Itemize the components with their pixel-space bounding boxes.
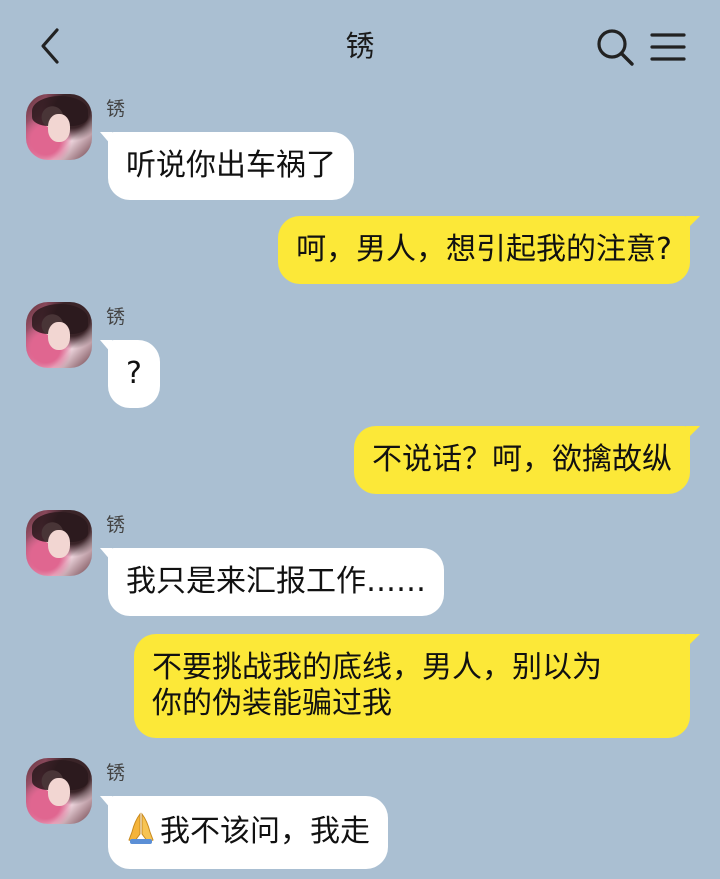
message-text: ? (126, 356, 142, 391)
sender-name: 锈 (106, 306, 126, 328)
message-text: 我不该问，我走 (160, 814, 370, 849)
sender-name: 锈 (106, 762, 126, 784)
message-text: 我只是来汇报工作…… (126, 564, 426, 599)
contact-avatar[interactable] (26, 302, 92, 368)
menu-icon (650, 33, 686, 61)
outgoing-message-bubble[interactable]: 不要挑战我的底线，男人，别以为 你的伪装能骗过我 (134, 634, 700, 738)
contact-avatar[interactable] (26, 510, 92, 576)
search-button[interactable] (594, 26, 636, 68)
incoming-message-bubble[interactable]: 我不该问，我走 (100, 796, 388, 869)
incoming-message-bubble[interactable]: ? (100, 340, 160, 408)
message-text: 呵，男人，想引起我的注意? (296, 232, 672, 267)
contact-avatar[interactable] (26, 94, 92, 160)
sender-name: 锈 (106, 98, 126, 120)
incoming-message-bubble[interactable]: 我只是来汇报工作…… (100, 548, 444, 616)
message-text: 不说话？呵，欲擒故纵 (372, 442, 672, 477)
folded-hands-icon (126, 812, 156, 853)
message-text: 听说你出车祸了 (126, 148, 336, 183)
message-text-line-2: 你的伪装能骗过我 (152, 686, 392, 721)
message-text-line-1: 不要挑战我的底线，男人，别以为 (152, 650, 602, 685)
outgoing-message-bubble[interactable]: 不说话？呵，欲擒故纵 (354, 426, 700, 494)
sender-name: 锈 (106, 514, 126, 536)
search-icon (597, 29, 634, 66)
outgoing-message-bubble[interactable]: 呵，男人，想引起我的注意? (278, 216, 700, 284)
incoming-message-bubble[interactable]: 听说你出车祸了 (100, 132, 354, 200)
contact-avatar[interactable] (26, 758, 92, 824)
menu-button[interactable] (648, 28, 688, 66)
chat-header: 锈 (0, 0, 720, 92)
